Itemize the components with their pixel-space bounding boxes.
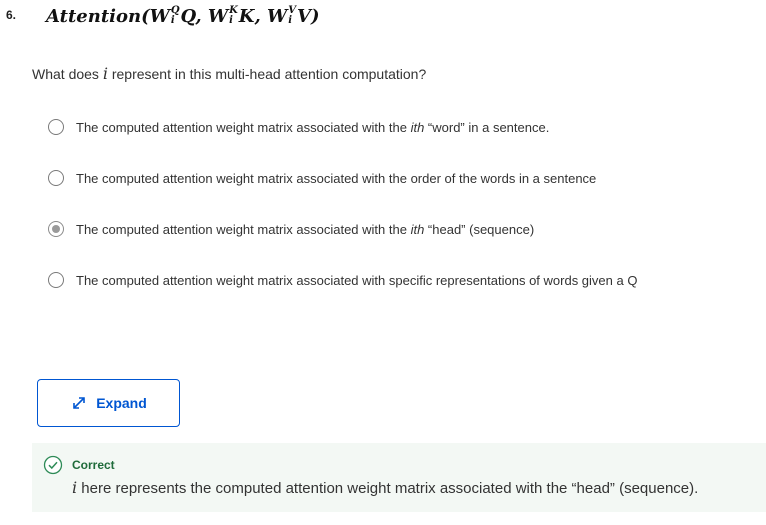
formula-weight-k: W xyxy=(207,6,229,27)
formula-sub-i: i xyxy=(288,15,293,26)
option-text-pre: The computed attention weight matrix ass… xyxy=(76,119,411,135)
formula-close-paren: ) xyxy=(310,6,320,27)
expand-button[interactable]: Expand xyxy=(37,379,180,427)
attention-formula: Attention(W Qi Q, W Ki K, W Vi V) xyxy=(46,6,320,28)
formula-function: Attention xyxy=(46,6,142,27)
formula-separator: , xyxy=(254,6,267,27)
expand-button-label: Expand xyxy=(96,395,147,411)
formula-weight-q: W xyxy=(149,6,170,27)
option-text-emphasis: ith xyxy=(410,119,425,135)
formula-weight-v: W xyxy=(267,6,288,27)
question-number: 6. xyxy=(6,8,17,22)
answer-option-label: The computed attention weight matrix ass… xyxy=(76,120,549,135)
answer-option-label: The computed attention weight matrix ass… xyxy=(76,171,596,186)
option-text-post: “word” in a sentence. xyxy=(424,119,550,135)
answer-option-label: The computed attention weight matrix ass… xyxy=(76,273,637,288)
question-prompt-before: What does xyxy=(32,66,103,82)
radio-button-icon[interactable] xyxy=(48,119,64,135)
feedback-panel: Correct i here represents the computed a… xyxy=(32,443,766,512)
radio-button-selected-icon[interactable] xyxy=(48,221,64,237)
option-text-pre: The computed attention weight matrix ass… xyxy=(76,170,597,186)
formula-open-paren: ( xyxy=(141,6,150,27)
expand-arrows-icon xyxy=(73,397,86,409)
formula-arg-q: Q xyxy=(180,6,196,27)
formula-weight-q-scripts: Qi xyxy=(171,6,180,26)
formula-sub-i: i xyxy=(170,15,175,26)
answer-option-label: The computed attention weight matrix ass… xyxy=(76,222,534,237)
radio-button-icon[interactable] xyxy=(48,272,64,288)
formula-arg-k: K xyxy=(238,6,255,27)
answer-option-2[interactable]: The computed attention weight matrix ass… xyxy=(48,170,596,186)
option-text-post: “head” (sequence) xyxy=(424,221,535,237)
question-prompt: What does i represent in this multi-head… xyxy=(32,64,426,83)
feedback-status: Correct xyxy=(72,458,115,472)
option-text-pre: The computed attention weight matrix ass… xyxy=(76,272,638,288)
formula-separator: , xyxy=(195,6,208,27)
answer-option-4[interactable]: The computed attention weight matrix ass… xyxy=(48,272,637,288)
formula-weight-k-scripts: Ki xyxy=(229,6,238,26)
question-prompt-after: represent in this multi-head attention c… xyxy=(107,66,427,82)
feedback-explanation: i here represents the computed attention… xyxy=(72,478,698,497)
radio-button-icon[interactable] xyxy=(48,170,64,186)
answer-option-1[interactable]: The computed attention weight matrix ass… xyxy=(48,119,549,135)
answer-option-3[interactable]: The computed attention weight matrix ass… xyxy=(48,221,534,237)
option-text-emphasis: ith xyxy=(410,221,425,237)
formula-weight-v-scripts: Vi xyxy=(288,6,296,26)
option-text-pre: The computed attention weight matrix ass… xyxy=(76,221,411,237)
formula-arg-v: V xyxy=(296,6,311,27)
formula-sub-i: i xyxy=(229,15,233,26)
feedback-text: here represents the computed attention w… xyxy=(77,480,699,497)
check-circle-icon xyxy=(43,455,63,475)
